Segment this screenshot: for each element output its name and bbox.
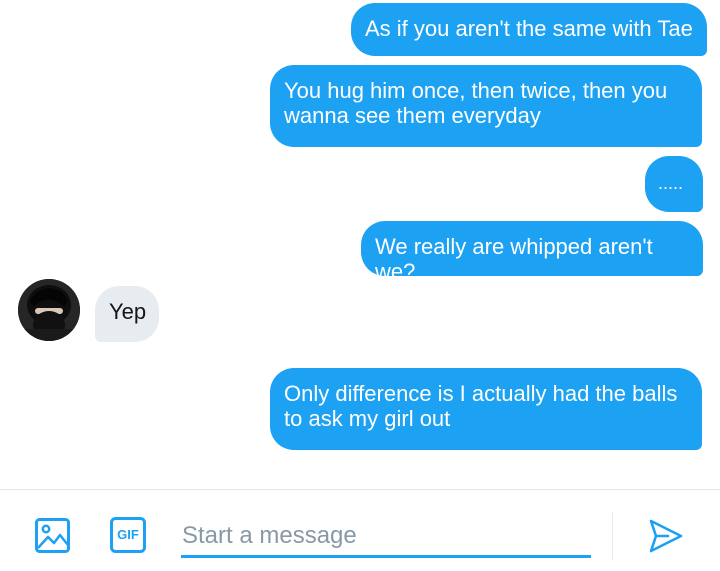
image-icon[interactable] <box>35 518 70 558</box>
message-input[interactable] <box>181 520 591 558</box>
message-bubble-sent[interactable]: Only difference is I actually had the ba… <box>270 368 702 450</box>
message-bubble-sent[interactable]: You hug him once, then twice, then you w… <box>270 65 702 147</box>
message-bubble-sent[interactable]: We really are whipped aren't we? <box>361 221 703 284</box>
gif-label: GIF <box>117 527 139 542</box>
message-bubble-sent[interactable]: As if you aren't the same with Tae <box>351 3 707 56</box>
message-bubble-sent[interactable]: ..... <box>645 156 703 212</box>
composer-divider <box>612 512 613 560</box>
gif-icon[interactable]: GIF <box>110 517 146 553</box>
avatar-photo <box>18 279 80 341</box>
message-composer: GIF <box>0 489 720 571</box>
message-bubble-received[interactable]: Yep <box>95 286 159 342</box>
send-icon[interactable] <box>648 518 684 559</box>
avatar[interactable] <box>18 279 80 341</box>
